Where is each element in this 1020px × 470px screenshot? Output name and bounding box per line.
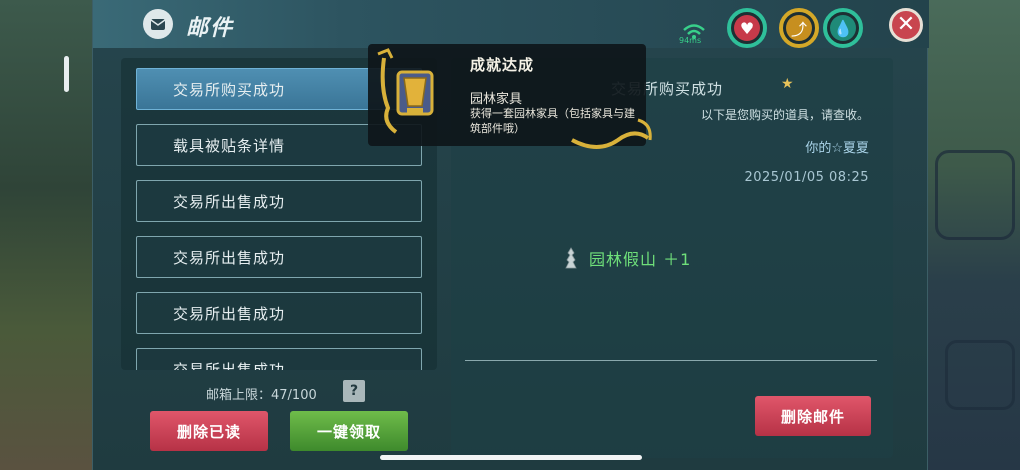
water-status[interactable]: 💧 (823, 8, 863, 48)
trophy-icon (377, 48, 434, 134)
swap-status[interactable]: ⤴ (779, 8, 819, 48)
claim-all-button[interactable]: 一键领取 (290, 411, 408, 451)
health-status[interactable]: ♥ (727, 8, 767, 48)
toast-title: 成就达成 (470, 56, 535, 74)
delete-mail-button[interactable]: 删除邮件 (755, 396, 871, 436)
game-world-right (925, 0, 1020, 470)
mailbox-limit: 邮箱上限：47/100 (206, 388, 317, 403)
divider (465, 360, 877, 361)
mail-list-item[interactable]: 交易所出售成功 (136, 292, 422, 334)
gold-swirl-decoration (571, 118, 652, 149)
close-button[interactable]: ✕ (889, 8, 923, 42)
close-icon: ✕ (896, 12, 916, 37)
swap-arrow-icon: ⤴ (786, 15, 812, 41)
decor-stars: ★ (781, 76, 794, 92)
boat-railing (945, 340, 1015, 410)
ping-value: 94ms (679, 36, 702, 45)
mail-list-item[interactable]: 交易所出售成功 (136, 348, 422, 370)
heart-icon: ♥ (734, 15, 760, 41)
water-drop-icon: 💧 (830, 15, 856, 41)
game-world-left (0, 0, 95, 470)
home-indicator[interactable] (380, 455, 642, 460)
side-scroll-indicator[interactable] (64, 56, 69, 92)
mail-icon (143, 9, 173, 39)
toast-subtitle: 园林家具 (470, 92, 523, 107)
mail-list-item[interactable]: 交易所出售成功 (136, 236, 422, 278)
attachment-item[interactable]: 园林假山 ＋1 (563, 246, 691, 270)
window-title: 邮件 (186, 16, 235, 41)
mail-list-item[interactable]: 交易所出售成功 (136, 180, 422, 222)
help-button[interactable]: ? (343, 380, 365, 402)
achievement-toast[interactable]: 成就达成 园林家具 获得一套园林家具（包括家具与建筑部件哦） (368, 44, 652, 149)
mail-body: 以下是您购买的道具，请查收。 (701, 108, 870, 122)
mail-date: 2025/01/05 08:25 (744, 170, 869, 185)
attachment-label: 园林假山 ＋1 (589, 250, 692, 269)
title-bar: 邮件 94ms ♥ ⤴ 💧 ✕ (93, 0, 929, 48)
mail-sender: 你的☆夏夏 (805, 141, 869, 156)
rockery-icon (565, 247, 577, 269)
delete-read-button[interactable]: 删除已读 (150, 411, 268, 451)
achievement-badge (368, 44, 460, 144)
boat-railing (935, 150, 1015, 240)
